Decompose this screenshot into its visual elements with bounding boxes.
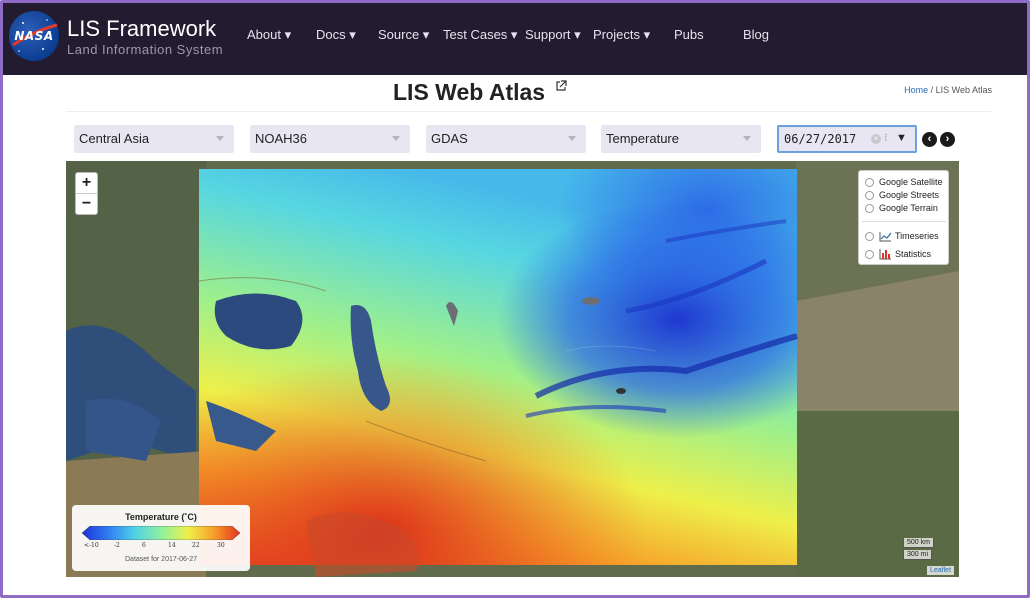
region-select[interactable]: Central Asia bbox=[74, 125, 234, 153]
layer-label: Google Terrain bbox=[879, 203, 938, 213]
nav-test-cases[interactable]: Test Cases ▾ bbox=[443, 27, 517, 43]
caret-down-icon bbox=[392, 136, 400, 141]
breadcrumb-current: LIS Web Atlas bbox=[935, 85, 992, 95]
layer-timeseries[interactable]: Timeseries bbox=[865, 230, 939, 242]
model-select[interactable]: NOAH36 bbox=[250, 125, 410, 153]
radio-button[interactable] bbox=[865, 203, 874, 213]
breadcrumb-separator: / bbox=[928, 85, 936, 95]
variable-select[interactable]: Temperature bbox=[601, 125, 761, 153]
breadcrumb-home[interactable]: Home bbox=[904, 85, 928, 95]
nav-blog[interactable]: Blog bbox=[743, 27, 769, 42]
layer-google-satellite[interactable]: Google Satellite bbox=[865, 176, 943, 188]
legend-note: Dataset for 2017-06-27 bbox=[125, 556, 197, 563]
legend-tick: -2 bbox=[114, 542, 120, 549]
navbar: NASA LIS Framework Land Information Syst… bbox=[3, 3, 1027, 75]
nav-about[interactable]: About ▾ bbox=[247, 27, 291, 43]
radio-button[interactable] bbox=[865, 249, 874, 259]
divider bbox=[66, 111, 991, 112]
scale-km: 500 km bbox=[903, 538, 934, 548]
next-date-button[interactable]: › bbox=[940, 132, 955, 147]
zoom-control: + − bbox=[75, 172, 98, 215]
zoom-in-button[interactable]: + bbox=[76, 173, 97, 194]
caret-down-icon bbox=[568, 136, 576, 141]
legend-colorbar bbox=[82, 526, 240, 540]
brand-title[interactable]: LIS Framework bbox=[67, 16, 216, 42]
legend-tick: 22 bbox=[192, 542, 200, 549]
external-link-icon[interactable] bbox=[555, 80, 567, 92]
legend-title: Temperature (˚C) bbox=[125, 512, 197, 522]
legend-tick: 30 bbox=[217, 542, 225, 549]
layer-label: Google Satellite bbox=[879, 177, 943, 187]
forcing-select-value: GDAS bbox=[431, 131, 468, 146]
temperature-legend: Temperature (˚C) <-10 -2 6 14 22 30 Data… bbox=[72, 505, 250, 571]
page-title: LIS Web Atlas bbox=[393, 79, 546, 105]
legend-tick: 6 bbox=[142, 542, 146, 549]
legend-tick: <-10 bbox=[84, 542, 99, 549]
caret-down-icon bbox=[743, 136, 751, 141]
scale-mi: 300 mi bbox=[903, 550, 933, 560]
radio-button[interactable] bbox=[865, 231, 874, 241]
layer-google-streets[interactable]: Google Streets bbox=[865, 189, 939, 201]
caret-down-icon bbox=[216, 136, 224, 141]
layer-label: Google Streets bbox=[879, 190, 940, 200]
nasa-logo-text: NASA bbox=[14, 29, 54, 43]
legend-tick: 14 bbox=[168, 542, 176, 549]
date-input-value: 06/27/2017 bbox=[784, 132, 857, 146]
line-chart-icon bbox=[879, 231, 892, 241]
region-select-value: Central Asia bbox=[79, 131, 150, 146]
forcing-select[interactable]: GDAS bbox=[426, 125, 586, 153]
leaflet-attribution-link[interactable]: Leaflet bbox=[927, 566, 955, 575]
model-select-value: NOAH36 bbox=[255, 131, 308, 146]
zoom-out-button[interactable]: − bbox=[76, 194, 97, 215]
layer-divider bbox=[862, 221, 946, 222]
clear-icon[interactable]: × bbox=[871, 134, 881, 144]
nav-source[interactable]: Source ▾ bbox=[378, 27, 429, 43]
nasa-logo[interactable]: NASA bbox=[9, 11, 59, 61]
layer-control: Google Satellite Google Streets Google T… bbox=[858, 170, 949, 265]
nav-pubs[interactable]: Pubs bbox=[674, 27, 704, 42]
layer-statistics[interactable]: Statistics bbox=[865, 248, 931, 260]
brand-subtitle: Land Information System bbox=[67, 42, 224, 57]
nav-projects[interactable]: Projects ▾ bbox=[593, 27, 650, 43]
radio-button[interactable] bbox=[865, 177, 874, 187]
spinner-icon[interactable]: ⁝ bbox=[884, 131, 888, 144]
radio-button[interactable] bbox=[865, 190, 874, 200]
nav-support[interactable]: Support ▾ bbox=[525, 27, 581, 43]
dropdown-triangle-icon[interactable]: ▼ bbox=[896, 132, 907, 144]
layer-label: Statistics bbox=[895, 249, 932, 259]
layer-google-terrain[interactable]: Google Terrain bbox=[865, 202, 938, 214]
bar-chart-icon bbox=[879, 249, 891, 260]
variable-select-value: Temperature bbox=[606, 131, 679, 146]
breadcrumb: Home / LIS Web Atlas bbox=[904, 85, 992, 95]
previous-date-button[interactable]: ‹ bbox=[922, 132, 937, 147]
nav-docs[interactable]: Docs ▾ bbox=[316, 27, 356, 43]
layer-label: Timeseries bbox=[895, 231, 939, 241]
